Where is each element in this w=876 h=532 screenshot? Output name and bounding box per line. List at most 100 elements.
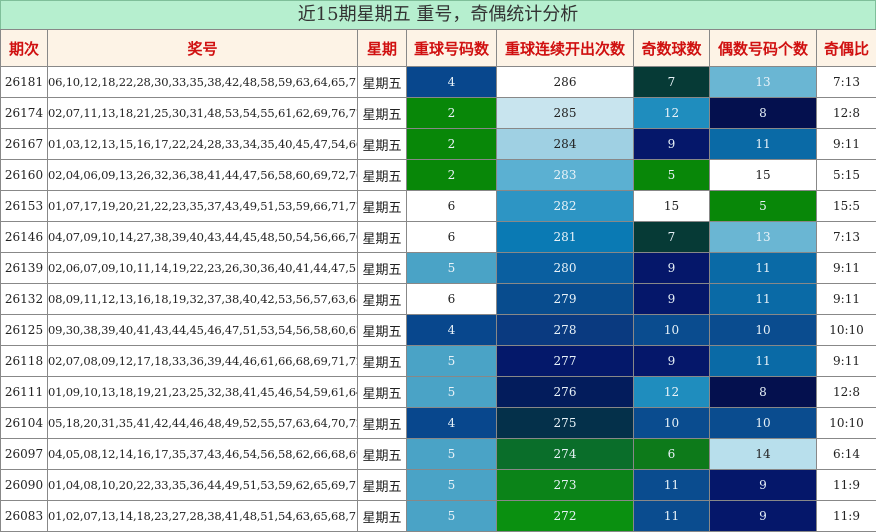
header-even-count: 偶数号码个数 bbox=[710, 30, 817, 67]
weekday-cell: 星期五 bbox=[358, 470, 407, 501]
period-cell: 26125 bbox=[1, 315, 48, 346]
period-cell: 26167 bbox=[1, 129, 48, 160]
odd-count-cell: 11 bbox=[634, 470, 710, 501]
header-odd-count: 奇数球数 bbox=[634, 30, 710, 67]
even-count-cell: 13 bbox=[710, 222, 817, 253]
period-cell: 26118 bbox=[1, 346, 48, 377]
weekday-cell: 星期五 bbox=[358, 408, 407, 439]
table-row: 2609001,04,08,10,20,22,33,35,36,44,49,51… bbox=[1, 470, 876, 501]
even-count-cell: 10 bbox=[710, 315, 817, 346]
period-cell: 26139 bbox=[1, 253, 48, 284]
odd-count-cell: 5 bbox=[634, 160, 710, 191]
odd-even-ratio-cell: 10:10 bbox=[817, 408, 876, 439]
odd-even-ratio-cell: 15:5 bbox=[817, 191, 876, 222]
numbers-cell: 06,10,12,18,22,28,30,33,35,38,42,48,58,5… bbox=[48, 67, 358, 98]
weekday-cell: 星期五 bbox=[358, 346, 407, 377]
repeat-count-cell: 5 bbox=[407, 439, 497, 470]
repeat-count-cell: 5 bbox=[407, 346, 497, 377]
period-cell: 26132 bbox=[1, 284, 48, 315]
header-row: 期次 奖号 星期 重球号码数 重球连续开出次数 奇数球数 偶数号码个数 奇偶比 bbox=[1, 30, 876, 67]
numbers-cell: 02,04,06,09,13,26,32,36,38,41,44,47,56,5… bbox=[48, 160, 358, 191]
even-count-cell: 9 bbox=[710, 501, 817, 532]
odd-even-ratio-cell: 12:8 bbox=[817, 98, 876, 129]
odd-count-cell: 12 bbox=[634, 377, 710, 408]
odd-count-cell: 9 bbox=[634, 346, 710, 377]
numbers-cell: 01,09,10,13,18,19,21,23,25,32,38,41,45,4… bbox=[48, 377, 358, 408]
repeat-count-cell: 5 bbox=[407, 377, 497, 408]
page-title: 近15期星期五 重号，奇偶统计分析 bbox=[0, 0, 876, 30]
weekday-cell: 星期五 bbox=[358, 191, 407, 222]
even-count-cell: 5 bbox=[710, 191, 817, 222]
odd-count-cell: 7 bbox=[634, 67, 710, 98]
repeat-count-cell: 6 bbox=[407, 284, 497, 315]
header-odd-even-ratio: 奇偶比 bbox=[817, 30, 876, 67]
period-cell: 26111 bbox=[1, 377, 48, 408]
repeat-count-cell: 4 bbox=[407, 315, 497, 346]
header-weekday: 星期 bbox=[358, 30, 407, 67]
weekday-cell: 星期五 bbox=[358, 501, 407, 532]
odd-count-cell: 10 bbox=[634, 408, 710, 439]
repeat-streak-cell: 281 bbox=[497, 222, 634, 253]
numbers-cell: 02,07,11,13,18,21,25,30,31,48,53,54,55,6… bbox=[48, 98, 358, 129]
even-count-cell: 15 bbox=[710, 160, 817, 191]
odd-even-ratio-cell: 11:9 bbox=[817, 501, 876, 532]
table-row: 2613902,06,07,09,10,11,14,19,22,23,26,30… bbox=[1, 253, 876, 284]
header-repeat-count: 重球号码数 bbox=[407, 30, 497, 67]
numbers-cell: 02,07,08,09,12,17,18,33,36,39,44,46,61,6… bbox=[48, 346, 358, 377]
even-count-cell: 11 bbox=[710, 284, 817, 315]
repeat-count-cell: 5 bbox=[407, 470, 497, 501]
numbers-cell: 09,30,38,39,40,41,43,44,45,46,47,51,53,5… bbox=[48, 315, 358, 346]
odd-count-cell: 6 bbox=[634, 439, 710, 470]
repeat-count-cell: 2 bbox=[407, 160, 497, 191]
even-count-cell: 11 bbox=[710, 129, 817, 160]
period-cell: 26097 bbox=[1, 439, 48, 470]
repeat-count-cell: 5 bbox=[407, 501, 497, 532]
repeat-streak-cell: 273 bbox=[497, 470, 634, 501]
table-body: 2618106,10,12,18,22,28,30,33,35,38,42,48… bbox=[1, 67, 876, 532]
repeat-count-cell: 5 bbox=[407, 253, 497, 284]
table-row: 2616701,03,12,13,15,16,17,22,24,28,33,34… bbox=[1, 129, 876, 160]
odd-even-ratio-cell: 9:11 bbox=[817, 284, 876, 315]
numbers-cell: 08,09,11,12,13,16,18,19,32,37,38,40,42,5… bbox=[48, 284, 358, 315]
weekday-cell: 星期五 bbox=[358, 67, 407, 98]
numbers-cell: 01,04,08,10,20,22,33,35,36,44,49,51,53,5… bbox=[48, 470, 358, 501]
repeat-count-cell: 2 bbox=[407, 98, 497, 129]
period-cell: 26146 bbox=[1, 222, 48, 253]
weekday-cell: 星期五 bbox=[358, 222, 407, 253]
odd-count-cell: 11 bbox=[634, 501, 710, 532]
weekday-cell: 星期五 bbox=[358, 284, 407, 315]
numbers-cell: 04,07,09,10,14,27,38,39,40,43,44,45,48,5… bbox=[48, 222, 358, 253]
weekday-cell: 星期五 bbox=[358, 160, 407, 191]
even-count-cell: 9 bbox=[710, 470, 817, 501]
odd-count-cell: 9 bbox=[634, 284, 710, 315]
repeat-streak-cell: 277 bbox=[497, 346, 634, 377]
period-cell: 26174 bbox=[1, 98, 48, 129]
header-repeat-streak: 重球连续开出次数 bbox=[497, 30, 634, 67]
odd-even-ratio-cell: 9:11 bbox=[817, 346, 876, 377]
odd-even-ratio-cell: 7:13 bbox=[817, 67, 876, 98]
table-row: 2614604,07,09,10,14,27,38,39,40,43,44,45… bbox=[1, 222, 876, 253]
stats-page: 近15期星期五 重号，奇偶统计分析 期次 奖号 星期 重球号码数 重球连续开出次… bbox=[0, 0, 876, 531]
repeat-streak-cell: 275 bbox=[497, 408, 634, 439]
repeat-streak-cell: 283 bbox=[497, 160, 634, 191]
odd-count-cell: 9 bbox=[634, 129, 710, 160]
odd-count-cell: 9 bbox=[634, 253, 710, 284]
table-row: 2608301,02,07,13,14,18,23,27,28,38,41,48… bbox=[1, 501, 876, 532]
numbers-cell: 04,05,08,12,14,16,17,35,37,43,46,54,56,5… bbox=[48, 439, 358, 470]
repeat-streak-cell: 284 bbox=[497, 129, 634, 160]
header-period: 期次 bbox=[1, 30, 48, 67]
even-count-cell: 10 bbox=[710, 408, 817, 439]
repeat-count-cell: 6 bbox=[407, 222, 497, 253]
repeat-streak-cell: 286 bbox=[497, 67, 634, 98]
repeat-streak-cell: 280 bbox=[497, 253, 634, 284]
weekday-cell: 星期五 bbox=[358, 129, 407, 160]
odd-even-ratio-cell: 11:9 bbox=[817, 470, 876, 501]
repeat-count-cell: 6 bbox=[407, 191, 497, 222]
table-row: 2609704,05,08,12,14,16,17,35,37,43,46,54… bbox=[1, 439, 876, 470]
odd-even-ratio-cell: 12:8 bbox=[817, 377, 876, 408]
repeat-count-cell: 2 bbox=[407, 129, 497, 160]
repeat-streak-cell: 272 bbox=[497, 501, 634, 532]
repeat-streak-cell: 278 bbox=[497, 315, 634, 346]
stats-table: 期次 奖号 星期 重球号码数 重球连续开出次数 奇数球数 偶数号码个数 奇偶比 … bbox=[0, 29, 876, 532]
weekday-cell: 星期五 bbox=[358, 377, 407, 408]
